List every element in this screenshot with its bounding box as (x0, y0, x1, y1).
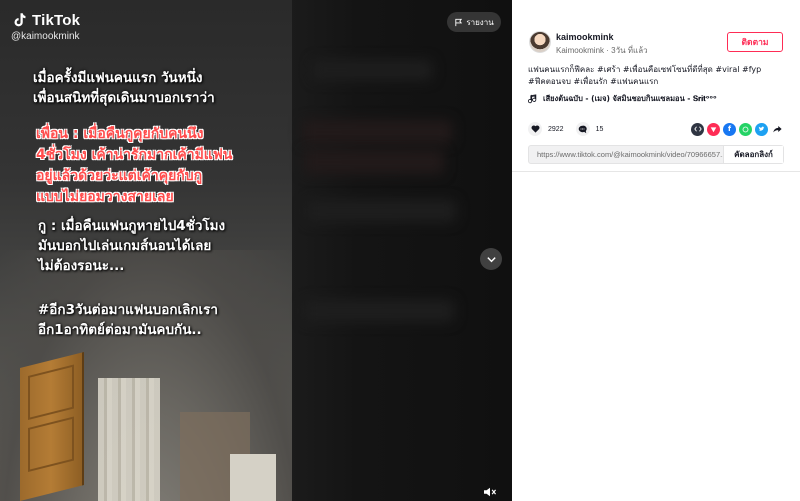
caption-friend-quote: เพื่อน : เมื่อคืนกูคุยกับคนนึง 4ชั่วโมง … (36, 126, 233, 205)
chevron-down-icon (486, 256, 496, 262)
brand-name: TikTok (32, 11, 81, 29)
avatar[interactable] (529, 31, 551, 53)
action-bar: 2922 15 f (528, 121, 784, 137)
video-player[interactable]: TikTok @kaimookmink เมื่อครั้งมีแฟนคนแรก… (0, 0, 512, 501)
share-arrow-icon[interactable] (771, 122, 784, 136)
facebook-icon[interactable]: f (723, 122, 736, 136)
music-link[interactable]: เสียงต้นฉบับ - (เมจ) จัสมินชอบกินแซลมอน … (528, 93, 717, 105)
like-count: 2922 (548, 125, 564, 133)
follow-button[interactable]: ติดตาม (727, 32, 783, 52)
share-icons: f (691, 122, 784, 136)
comment-count: 15 (595, 125, 604, 133)
video-frame: TikTok @kaimookmink เมื่อครั้งมีแฟนคนแรก… (0, 0, 292, 501)
details-panel: kaimookmink Kaimookmink · 3วัน ที่แล้ว ต… (512, 0, 800, 501)
report-label: รายงาน (466, 17, 494, 27)
door-panel (28, 364, 74, 421)
comment-button[interactable] (575, 122, 590, 136)
tiktok-send-icon[interactable] (707, 122, 720, 136)
twitter-icon[interactable] (755, 122, 768, 136)
wooden-door (20, 352, 84, 501)
watermark-handle: @kaimookmink (11, 31, 80, 42)
blur-patch (312, 60, 432, 80)
caption-intro: เมื่อครั้งมีแฟนคนแรก วันหนึ่ง เพื่อนสนิท… (33, 70, 215, 106)
curtain (98, 378, 160, 501)
video-info: kaimookmink Kaimookmink · 3วัน ที่แล้ว ต… (512, 0, 800, 172)
video-link-url[interactable]: https://www.tiktok.com/@kaimookmink/vide… (529, 146, 723, 163)
author-username[interactable]: kaimookmink (556, 32, 614, 42)
video-blurred-background (292, 0, 512, 501)
comment-icon (578, 125, 587, 133)
whatsapp-icon[interactable] (739, 122, 752, 136)
tiktok-logo: TikTok (10, 11, 80, 29)
description-line: แฟนคนแรกก็ฟีคละ #เศร้า #เพื่อนคือเซฟโซนท… (528, 65, 762, 74)
blur-patch (306, 200, 456, 222)
music-note-icon (528, 94, 537, 104)
like-button[interactable] (528, 122, 542, 136)
door-panel (28, 416, 74, 473)
author-meta: Kaimookmink · 3วัน ที่แล้ว (556, 46, 648, 55)
blur-patch (304, 150, 444, 174)
description-line: #ฟีคตอนจบ #เพื่อนรัก #แฟนคนแรก (528, 77, 659, 86)
video-description: แฟนคนแรกก็ฟีคละ #เศร้า #เพื่อนคือเซฟโซนท… (528, 64, 788, 88)
lamp (230, 454, 276, 501)
tiktok-icon (14, 13, 26, 27)
copy-link-button[interactable]: คัดลอกลิงก์ (723, 146, 783, 163)
copy-link-row: https://www.tiktok.com/@kaimookmink/vide… (528, 145, 784, 164)
embed-icon[interactable] (691, 122, 704, 136)
flag-icon (455, 18, 463, 26)
next-video-button[interactable] (480, 248, 502, 270)
report-button[interactable]: รายงาน (447, 12, 501, 32)
caption-ending: #อีก3วันต่อมาแฟนบอกเลิกเรา อีก1อาทิตย์ต่… (38, 302, 218, 338)
blur-patch (302, 120, 452, 144)
volume-muted-icon (484, 487, 497, 497)
heart-icon (531, 125, 539, 133)
caption-reply: กู : เมื่อคืนแฟนกูหายไป4ชั่วโมง มันบอกไป… (38, 218, 226, 274)
music-title: เสียงต้นฉบับ - (เมจ) จัสมินชอบกินแซลมอน … (543, 94, 717, 103)
mute-button[interactable] (480, 484, 500, 500)
blur-patch (304, 300, 454, 322)
